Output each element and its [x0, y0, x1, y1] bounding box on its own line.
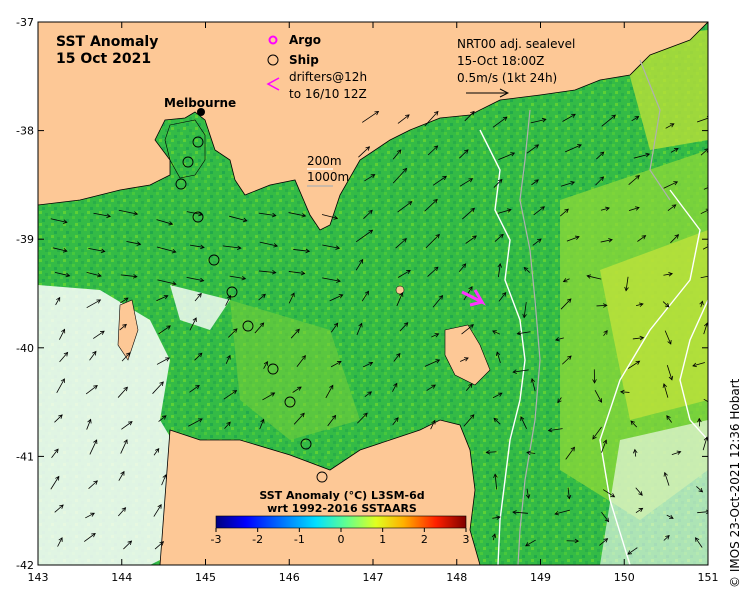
colorbar-tick-label: 0	[338, 533, 345, 546]
x-tick-label: 149	[530, 571, 551, 584]
melbourne-label: Melbourne	[164, 96, 236, 110]
y-tick-label: -40	[16, 342, 34, 355]
drifter-label-2: to 16/10 12Z	[289, 87, 367, 101]
argo-label: Argo	[289, 33, 321, 47]
y-tick-label: -39	[16, 233, 34, 246]
sealevel-product: NRT00 adj. sealevel	[457, 37, 575, 51]
y-tick-label: -42	[16, 559, 34, 572]
isobath-label-1000m: 1000m	[307, 170, 349, 184]
colorbar-subtitle: wrt 1992-2016 SSTAARS	[267, 502, 417, 515]
drifter-label-1: drifters@12h	[289, 70, 367, 84]
colorbar-tick-label: 2	[421, 533, 428, 546]
map-title: SST Anomaly	[56, 34, 158, 50]
colorbar-tick-label: -1	[294, 533, 305, 546]
x-tick-label: 147	[363, 571, 384, 584]
x-tick-label: 150	[614, 571, 635, 584]
y-tick-label: -41	[16, 450, 34, 463]
credit-container: © IMOS 23-Oct-2021 12:36 Hobart	[728, 378, 742, 588]
map-plot-area[interactable]	[38, 22, 716, 565]
x-tick-label: 146	[279, 571, 300, 584]
colorbar-title: SST Anomaly (°C) L3SM-6d	[259, 489, 424, 502]
sealevel-time: 15-Oct 18:00Z	[457, 54, 544, 68]
x-tick-label: 151	[698, 571, 719, 584]
current-arrowhead	[709, 274, 713, 278]
colorbar-tick-label: -3	[211, 533, 222, 546]
colorbar-tick-label: 1	[379, 533, 386, 546]
colorbar-tick-label: 3	[463, 533, 470, 546]
ship-label: Ship	[289, 53, 319, 67]
x-tick-label: 148	[446, 571, 467, 584]
current-arrowhead	[712, 403, 716, 406]
credit-text: © IMOS 23-Oct-2021 12:36 Hobart	[728, 378, 742, 588]
colorbar-tick-label: -2	[252, 533, 263, 546]
x-tick-label: 144	[111, 571, 132, 584]
sst-anomaly-map[interactable]: 143 144 145 146 147 148 149 150 151 -37 -38 -39 -40…	[0, 0, 750, 600]
colorbar	[215, 515, 467, 529]
map-date: 15 Oct 2021	[56, 51, 151, 67]
sealevel-scale: 0.5m/s (1kt 24h)	[457, 71, 557, 85]
isobath-label-200m: 200m	[307, 154, 342, 168]
y-tick-label: -38	[16, 125, 34, 138]
x-tick-label: 145	[195, 571, 216, 584]
y-tick-label: -37	[16, 16, 34, 29]
x-tick-label: 143	[28, 571, 49, 584]
